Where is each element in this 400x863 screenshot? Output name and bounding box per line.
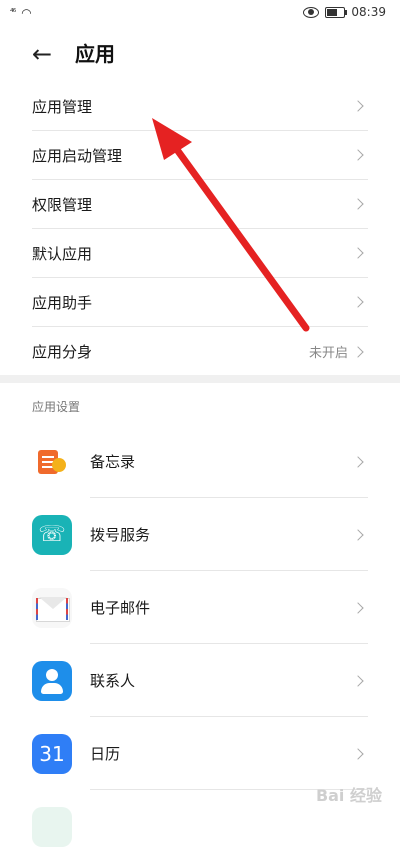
phone-icon: ☏ (32, 514, 72, 555)
app-item-label: 备忘录 (90, 453, 136, 471)
chevron-right-icon (352, 455, 364, 468)
chevron-right-icon (352, 296, 364, 308)
menu-item-app-management[interactable]: 应用管理 (32, 82, 368, 131)
menu-item-status: 未开启 (308, 346, 348, 361)
status-bar: ⁴⁶ ◠ 08:39 (0, 0, 400, 26)
section-divider (0, 375, 400, 383)
battery-icon (325, 6, 348, 18)
app-header: ← 应用 (0, 26, 400, 84)
chevron-right-icon (352, 149, 364, 161)
menu-item-label: 默认应用 (32, 244, 93, 263)
chevron-right-icon (352, 528, 364, 541)
menu-item-permissions[interactable]: 权限管理 (32, 180, 368, 229)
signal-icon: ⁴⁶ (10, 8, 16, 18)
app-item-memo[interactable]: 备忘录 (32, 425, 368, 498)
chevron-right-icon (352, 247, 364, 259)
menu-item-app-twin[interactable]: 应用分身 未开启 (32, 327, 368, 376)
menu-item-label: 应用分身 (32, 343, 93, 361)
chevron-right-icon (352, 674, 364, 687)
app-item-label: 日历 (90, 745, 121, 763)
mail-icon (32, 587, 72, 628)
chevron-right-icon (352, 100, 364, 112)
memo-icon (32, 441, 72, 482)
menu-item-app-assistant[interactable]: 应用助手 (32, 278, 368, 327)
contacts-icon (32, 660, 72, 701)
page-title: 应用 (75, 42, 115, 66)
menu-item-default-apps[interactable]: 默认应用 (32, 229, 368, 278)
app-item-dialer[interactable]: ☏ 拨号服务 (32, 498, 368, 571)
app-item-email[interactable]: 电子邮件 (32, 571, 368, 644)
chevron-right-icon (352, 601, 364, 614)
chevron-right-icon (352, 345, 364, 358)
app-item-calendar[interactable]: 31 日历 (32, 717, 368, 790)
menu-item-label: 权限管理 (32, 195, 93, 214)
app-item-label: 联系人 (90, 672, 136, 690)
section-title: 应用设置 (32, 400, 81, 414)
watermark: Bai 经验 (315, 786, 382, 805)
calendar-icon: 31 (32, 733, 72, 774)
app-item-contacts[interactable]: 联系人 (32, 644, 368, 717)
app-item-label: 电子邮件 (90, 599, 151, 617)
menu-item-label: 应用启动管理 (32, 146, 123, 165)
chevron-right-icon (352, 747, 364, 760)
menu-item-label: 应用助手 (32, 293, 93, 312)
wifi-icon: ◠ (21, 6, 32, 20)
app-icon-partial (32, 806, 72, 847)
status-time: 08:39 (351, 5, 386, 19)
back-arrow-icon[interactable]: ← (32, 40, 52, 68)
chevron-right-icon (352, 198, 364, 210)
menu-item-label: 应用管理 (32, 97, 93, 116)
eye-comfort-icon (303, 6, 320, 18)
app-item-label: 拨号服务 (90, 526, 151, 544)
menu-item-app-launch[interactable]: 应用启动管理 (32, 131, 368, 180)
